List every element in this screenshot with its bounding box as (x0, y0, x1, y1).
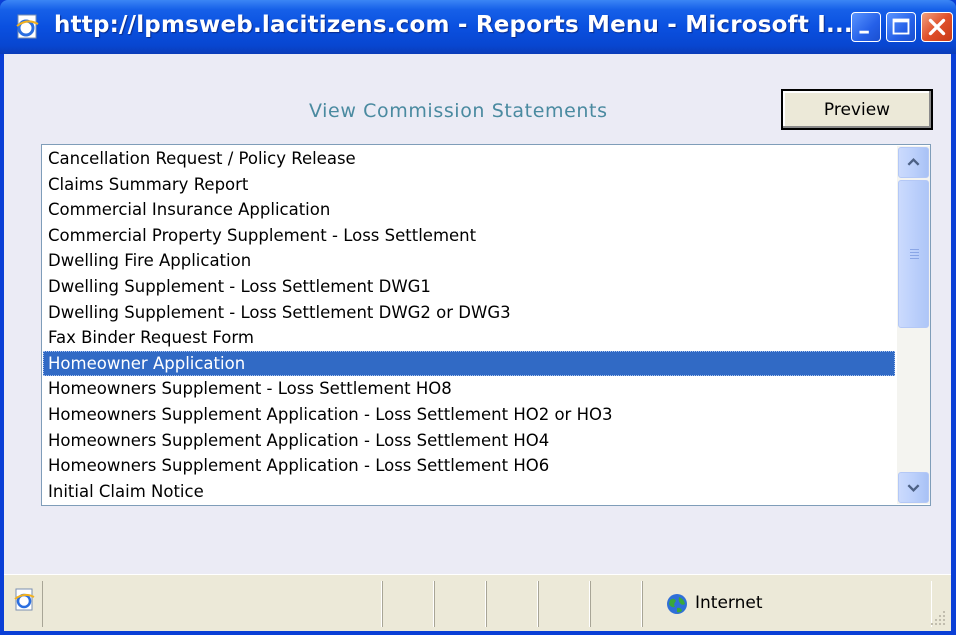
minimize-button[interactable] (851, 12, 881, 42)
report-list-items: Cancellation Request / Policy Release Cla… (43, 146, 895, 504)
vertical-scrollbar[interactable] (897, 146, 930, 504)
list-item[interactable]: Homeowners Supplement Application - Loss… (43, 453, 895, 479)
status-text-cell (42, 581, 382, 627)
preview-button[interactable]: Preview (781, 89, 933, 130)
security-zone-label: Internet (695, 593, 763, 613)
list-item[interactable]: Homeowners Supplement - Loss Settlement … (43, 376, 895, 402)
ie-page-icon (16, 14, 39, 39)
chevron-down-icon (907, 484, 920, 492)
list-item[interactable]: Homeowners Supplement Application - Loss… (43, 428, 895, 454)
close-icon (928, 18, 946, 36)
list-item[interactable]: Homeowners Supplement Application - Loss… (43, 402, 895, 428)
window-title: http://lpmsweb.lacitizens.com - Reports … (54, 12, 853, 38)
scroll-down-button[interactable] (898, 472, 929, 503)
list-item[interactable]: Claims Summary Report (43, 172, 895, 198)
list-item[interactable]: Dwelling Supplement - Loss Settlement DW… (43, 300, 895, 326)
list-item[interactable]: Dwelling Supplement - Loss Settlement DW… (43, 274, 895, 300)
minimize-icon (859, 30, 869, 34)
grip-line (910, 252, 919, 253)
list-item[interactable]: Commercial Insurance Application (43, 197, 895, 223)
maximize-button[interactable] (886, 12, 916, 42)
status-bar: Internet (4, 574, 951, 631)
title-bar[interactable]: http://lpmsweb.lacitizens.com - Reports … (0, 0, 956, 54)
scroll-up-button[interactable] (898, 147, 929, 178)
list-item[interactable]: Commercial Property Supplement - Loss Se… (43, 223, 895, 249)
status-cell (434, 581, 486, 627)
scroll-thumb[interactable] (898, 180, 929, 328)
list-item[interactable]: Dwelling Fire Application (43, 248, 895, 274)
report-listbox[interactable]: Cancellation Request / Policy Release Cla… (41, 144, 931, 506)
list-item[interactable]: Initial Claim Notice (43, 479, 895, 504)
browser-popup-window: http://lpmsweb.lacitizens.com - Reports … (0, 0, 956, 635)
status-cell (382, 581, 434, 627)
grip-line (910, 249, 919, 250)
status-cell (590, 581, 642, 627)
status-cell (486, 581, 538, 627)
list-item[interactable]: Cancellation Request / Policy Release (43, 146, 895, 172)
grip-line (910, 255, 919, 256)
globe-icon (667, 594, 687, 614)
chevron-up-icon (907, 158, 920, 166)
close-button[interactable] (921, 12, 953, 42)
list-item[interactable]: Fax Binder Request Form (43, 325, 895, 351)
ie-page-icon (14, 588, 35, 611)
view-commission-statements-link[interactable]: View Commission Statements (309, 100, 608, 122)
resize-grip-icon[interactable] (929, 609, 947, 627)
maximize-icon (892, 18, 910, 35)
grip-line (910, 258, 919, 259)
page-content: View Commission Statements Preview Cance… (4, 54, 951, 574)
status-cell (538, 581, 590, 627)
list-item[interactable]: Homeowner Application (43, 350, 895, 377)
